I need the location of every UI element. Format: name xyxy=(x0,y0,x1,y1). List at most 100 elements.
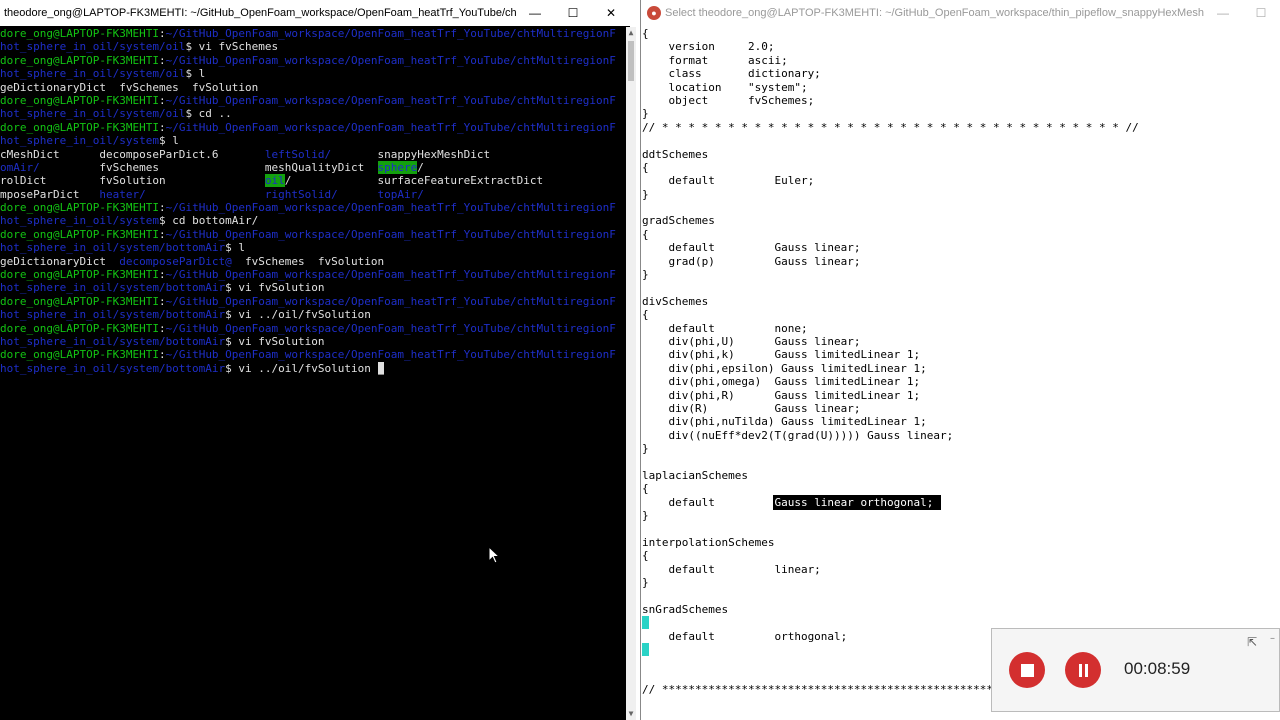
terminal-text-segment: ~/GitHub_OpenFoam_workspace/OpenFoam_hea… xyxy=(165,93,616,107)
terminal-line: div(phi,U) Gauss linear; xyxy=(642,335,1274,348)
terminal-text-segment: ~/GitHub_OpenFoam_workspace/OpenFoam_hea… xyxy=(165,53,616,67)
terminal-line: gradSchemes xyxy=(642,214,1274,227)
minimize-icon[interactable]: — xyxy=(516,0,554,26)
terminal-text-segment: snGradSchemes xyxy=(642,602,729,616)
terminal-text-segment: $ l xyxy=(225,241,246,255)
terminal-text-segment: oil xyxy=(264,174,285,188)
terminal-text-segment: div(phi,nuTilda) Gauss limitedLinear 1; xyxy=(642,415,927,429)
terminal-text-segment: { xyxy=(642,482,649,496)
terminal-text-segment: Gauss linear orthogonal; xyxy=(773,494,942,510)
terminal-text-segment: dore_ong@LAPTOP-FK3MEHTI xyxy=(0,321,159,335)
terminal-line: dore_ong@LAPTOP-FK3MEHTI:~/GitHub_OpenFo… xyxy=(0,295,624,308)
terminal-text-segment: laplacianSchemes xyxy=(642,468,748,482)
terminal-line: dore_ong@LAPTOP-FK3MEHTI:~/GitHub_OpenFo… xyxy=(0,322,624,335)
terminal-text-segment: default orthogonal; xyxy=(642,629,848,643)
right-window-titlebar[interactable]: ● Select theodore_ong@LAPTOP-FK3MEHTI: ~… xyxy=(641,0,1280,26)
terminal-text-segment: $ l xyxy=(158,134,179,148)
terminal-text-segment: { xyxy=(642,549,649,563)
pause-icon xyxy=(1078,663,1088,677)
right-terminal-editor[interactable]: { version 2.0; format ascii; class dicti… xyxy=(642,27,1274,720)
terminal-line: hot_sphere_in_oil/system/bottomAir$ l xyxy=(0,241,624,254)
terminal-text-segment: fvSchemes meshQualityDict xyxy=(39,160,378,174)
terminal-text-segment: default xyxy=(642,495,775,509)
terminal-text-segment: $ cd .. xyxy=(185,107,232,121)
left-terminal-output[interactable]: dore_ong@LAPTOP-FK3MEHTI:~/GitHub_OpenFo… xyxy=(0,27,624,720)
maximize-icon[interactable]: ☐ xyxy=(1242,0,1280,26)
terminal-line: dore_ong@LAPTOP-FK3MEHTI:~/GitHub_OpenFo… xyxy=(0,94,624,107)
terminal-text-segment: div(phi,U) Gauss linear; xyxy=(642,334,861,348)
scroll-up-icon[interactable]: ▲ xyxy=(626,27,636,39)
terminal-text-segment: : xyxy=(158,348,166,362)
left-terminal-window[interactable]: theodore_ong@LAPTOP-FK3MEHTI: ~/GitHub_O… xyxy=(0,0,630,720)
terminal-line: dore_ong@LAPTOP-FK3MEHTI:~/GitHub_OpenFo… xyxy=(0,201,624,214)
terminal-line: { xyxy=(642,482,1274,495)
terminal-line: default Gauss linear orthogonal; xyxy=(642,494,1274,510)
terminal-line: ddtSchemes xyxy=(642,148,1274,161)
terminal-text-segment: hot_sphere_in_oil/system/oil xyxy=(0,107,186,121)
terminal-text-segment: hot_sphere_in_oil/system xyxy=(0,134,159,148)
right-window-title: Select theodore_ong@LAPTOP-FK3MEHTI: ~/G… xyxy=(665,7,1204,19)
terminal-text-segment: object fvSchemes; xyxy=(642,93,815,107)
terminal-text-segment: format ascii; xyxy=(642,53,788,67)
terminal-text-segment: div(phi,k) Gauss limitedLinear 1; xyxy=(642,348,921,362)
maximize-icon[interactable]: ☐ xyxy=(554,0,592,26)
terminal-line: dore_ong@LAPTOP-FK3MEHTI:~/GitHub_OpenFo… xyxy=(0,228,624,241)
terminal-text-segment: hot_sphere_in_oil/system/oil xyxy=(0,40,186,54)
minimize-icon[interactable]: — xyxy=(1204,0,1242,26)
terminal-line: } xyxy=(642,509,1274,522)
close-icon[interactable]: ✕ xyxy=(592,0,630,26)
stop-recording-button[interactable] xyxy=(1009,652,1045,688)
minimize-icon[interactable]: – xyxy=(1270,633,1275,644)
terminal-text-segment: hot_sphere_in_oil/system xyxy=(0,214,159,228)
terminal-line: cMeshDict decomposeParDict.6 leftSolid/ … xyxy=(0,148,624,161)
terminal-text-segment: topAir/ xyxy=(377,187,424,201)
terminal-text-segment: hot_sphere_in_oil/system/bottomAir xyxy=(0,241,226,255)
terminal-line: hot_sphere_in_oil/system/bottomAir$ vi f… xyxy=(0,335,624,348)
scroll-thumb[interactable] xyxy=(628,41,634,81)
terminal-line: hot_sphere_in_oil/system/oil$ cd .. xyxy=(0,107,624,120)
terminal-line: format ascii; xyxy=(642,54,1274,67)
right-terminal-window[interactable]: ● Select theodore_ong@LAPTOP-FK3MEHTI: ~… xyxy=(640,0,1280,720)
scroll-down-icon[interactable]: ▼ xyxy=(626,708,636,720)
expand-icon[interactable]: ⇱ xyxy=(1247,635,1257,649)
terminal-line: location "system"; xyxy=(642,81,1274,94)
terminal-text-segment: div((nuEff*dev2(T(grad(U))))) Gauss line… xyxy=(642,428,954,442)
terminal-line: hot_sphere_in_oil/system/oil$ vi fvSchem… xyxy=(0,40,624,53)
terminal-text-segment: ~/GitHub_OpenFoam_workspace/OpenFoam_hea… xyxy=(165,268,616,282)
terminal-line: } xyxy=(642,442,1274,455)
terminal-text-segment: version 2.0; xyxy=(642,40,775,54)
terminal-text-segment: } xyxy=(642,268,649,282)
terminal-text-segment: ~/GitHub_OpenFoam_workspace/OpenFoam_hea… xyxy=(165,27,616,40)
terminal-text-segment: } xyxy=(642,509,649,523)
left-scrollbar[interactable]: ▲ ▼ xyxy=(626,27,636,720)
terminal-line: rolDict fvSolution oil/ surfaceFeatureEx… xyxy=(0,174,624,188)
terminal-line: dore_ong@LAPTOP-FK3MEHTI:~/GitHub_OpenFo… xyxy=(0,27,624,40)
terminal-text-segment: div(phi,omega) Gauss limitedLinear 1; xyxy=(642,375,921,389)
terminal-line: // * * * * * * * * * * * * * * * * * * *… xyxy=(642,121,1274,134)
terminal-line: divSchemes xyxy=(642,295,1274,308)
terminal-text-segment: : xyxy=(158,27,166,40)
terminal-text-segment: sphere xyxy=(377,160,418,174)
terminal-line: div(phi,k) Gauss limitedLinear 1; xyxy=(642,348,1274,361)
terminal-line: grad(p) Gauss linear; xyxy=(642,255,1274,268)
terminal-line: { xyxy=(642,27,1274,40)
terminal-text-segment: div(phi,epsilon) Gauss limitedLinear 1; xyxy=(642,361,927,375)
terminal-line: default none; xyxy=(642,322,1274,335)
terminal-text-segment: snappyHexMeshDict xyxy=(331,147,491,161)
pause-recording-button[interactable] xyxy=(1065,652,1101,688)
right-scrollbar[interactable] xyxy=(1270,27,1280,720)
left-window-titlebar[interactable]: theodore_ong@LAPTOP-FK3MEHTI: ~/GitHub_O… xyxy=(0,0,630,26)
terminal-text-segment: interpolationSchemes xyxy=(642,535,775,549)
terminal-text-segment: $ l xyxy=(185,67,206,81)
terminal-line: object fvSchemes; xyxy=(642,94,1274,107)
terminal-text-segment: $ vi ../oil/fvSolution xyxy=(225,361,378,375)
terminal-text-segment: ddtSchemes xyxy=(642,147,709,161)
terminal-line: { xyxy=(642,161,1274,174)
terminal-text-segment: $ vi fvSolution xyxy=(225,281,325,295)
terminal-line: dore_ong@LAPTOP-FK3MEHTI:~/GitHub_OpenFo… xyxy=(0,348,624,361)
recording-elapsed-time: 00:08:59 xyxy=(1124,659,1191,678)
